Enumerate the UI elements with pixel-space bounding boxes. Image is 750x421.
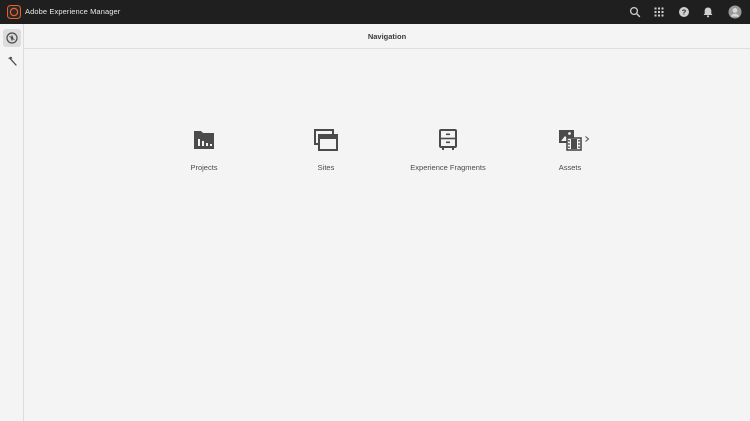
sites-icon <box>314 129 338 151</box>
nav-item-label: Experience Fragments <box>410 163 486 172</box>
aem-logo-icon[interactable] <box>7 5 21 19</box>
nav-item-label: Sites <box>317 163 335 172</box>
page-title: Navigation <box>367 31 407 41</box>
svg-text:?: ? <box>682 8 687 17</box>
apps-grid-icon[interactable] <box>653 6 665 18</box>
rail-tools-button[interactable] <box>3 52 21 70</box>
user-avatar[interactable] <box>728 5 742 19</box>
nav-item-assets[interactable]: Assets <box>525 126 615 182</box>
chevron-right-icon[interactable] <box>584 136 590 142</box>
nav-item-sites[interactable]: Sites <box>281 126 371 182</box>
help-icon[interactable]: ? <box>678 6 690 18</box>
nav-item-label: Assets <box>558 163 582 172</box>
hammer-icon <box>8 56 17 66</box>
compass-icon <box>6 32 18 44</box>
notifications-bell-icon[interactable] <box>702 6 714 18</box>
search-icon[interactable] <box>629 6 641 18</box>
assets-icon <box>559 130 582 151</box>
app-title[interactable]: Adobe Experience Manager <box>25 6 120 18</box>
rail-navigation-button[interactable] <box>3 29 21 47</box>
nav-item-projects[interactable]: Projects <box>159 126 249 182</box>
nav-item-experience-fragments[interactable]: Experience Fragments <box>403 126 493 182</box>
left-rail <box>0 24 24 421</box>
top-bar: Adobe Experience Manager ? <box>0 0 750 24</box>
experience-fragments-icon <box>439 129 457 150</box>
projects-icon <box>194 131 214 149</box>
nav-item-label: Projects <box>190 163 218 172</box>
page-header: Navigation <box>24 24 750 49</box>
